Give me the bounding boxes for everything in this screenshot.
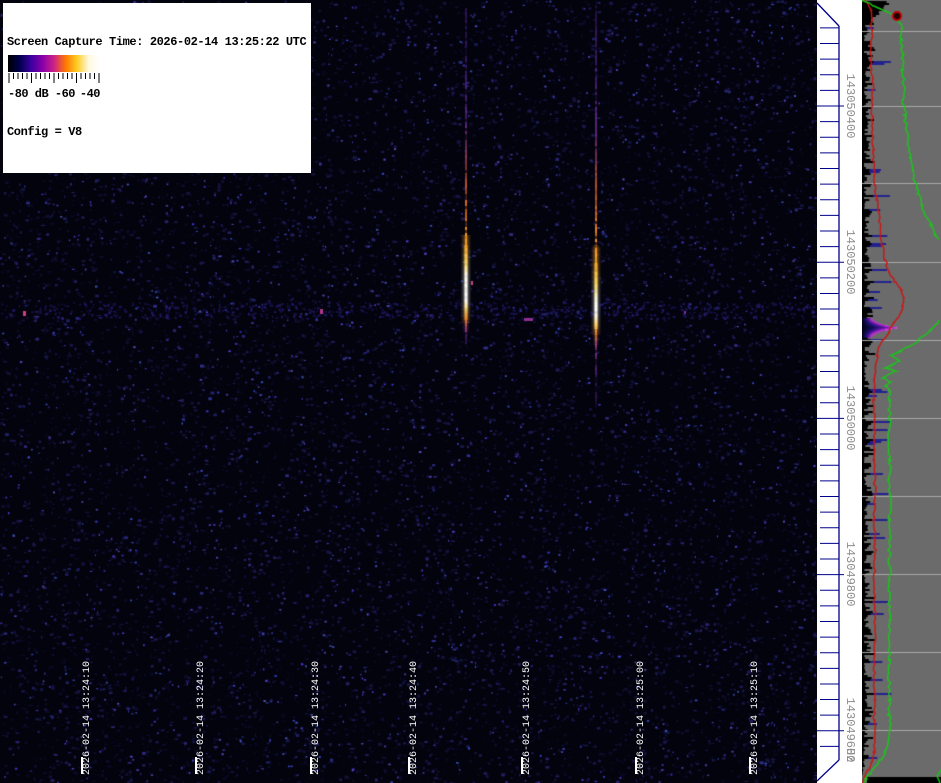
time-label-text: 2026-02-14 13:24:10: [82, 661, 93, 775]
time-tick-mark: [195, 757, 197, 774]
freq-label: 143049800: [843, 542, 857, 607]
capture-time-line: Screen Capture Time: 2026-02-14 13:25:22…: [7, 35, 306, 50]
freq-label: 143050200: [843, 230, 857, 295]
scale-labels: -80 dB -60 -40: [5, 86, 103, 102]
scale-label-high: -40: [80, 87, 100, 101]
time-label-text: 2026-02-14 13:24:30: [311, 661, 322, 775]
color-gradient-bar: [8, 55, 100, 72]
freq-label: 143050400: [843, 74, 857, 139]
time-tick-mark: [310, 757, 312, 774]
time-tick-mark: [749, 757, 751, 774]
scale-ruler-ticks: [8, 73, 100, 85]
freq-label: 143050000: [843, 386, 857, 451]
time-tick-mark: [521, 757, 523, 774]
config-line: Config = V8: [7, 125, 306, 140]
color-scale-legend: -80 dB -60 -40: [5, 52, 103, 104]
time-label-text: 2026-02-14 13:25:10: [750, 661, 761, 775]
time-label-text: 2026-02-14 13:24:20: [196, 661, 207, 775]
time-tick-mark: [408, 757, 410, 774]
app-window: Screen Capture Time: 2026-02-14 13:25:22…: [0, 0, 941, 783]
spectrum-panel: [862, 0, 941, 783]
time-label-text: 2026-02-14 13:24:40: [409, 661, 420, 775]
time-label-text: 2026-02-14 13:24:50: [522, 661, 533, 775]
freq-unit-label: Hz: [843, 748, 857, 762]
scale-label-low: -80 dB -60: [8, 87, 75, 101]
time-label-text: 2026-02-14 13:25:00: [636, 661, 647, 775]
time-tick-mark: [635, 757, 637, 774]
time-tick-mark: [81, 757, 83, 774]
